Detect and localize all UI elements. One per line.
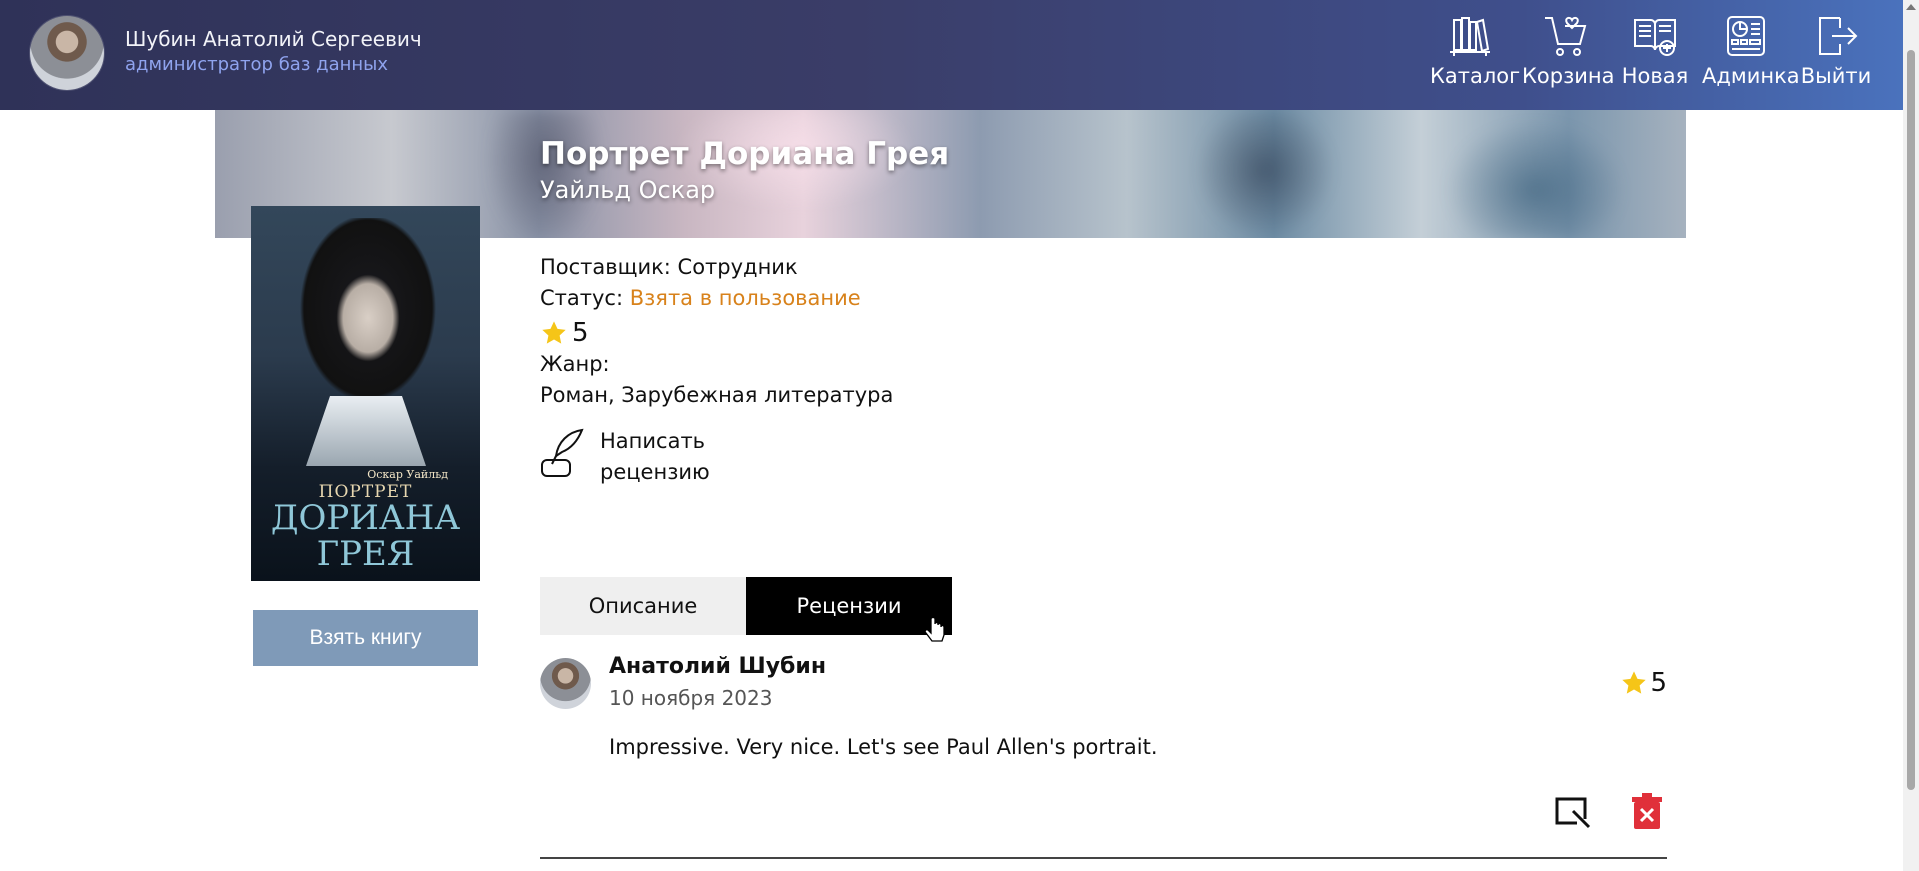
genre-value: Роман, Зарубежная литература bbox=[540, 383, 894, 407]
nav-new-label: Новая bbox=[1621, 64, 1689, 88]
nav-cart-button[interactable]: Корзина bbox=[1522, 12, 1615, 96]
book-cover-image: Оскар Уайльд ПОРТРЕТ ДОРИАНА ГРЕЯ bbox=[251, 206, 480, 581]
tab-reviews[interactable]: Рецензии bbox=[746, 577, 952, 635]
nav-catalog-button[interactable]: Каталог bbox=[1430, 12, 1521, 96]
book-title: Портрет Дориана Грея bbox=[540, 136, 950, 172]
genre-label: Жанр: bbox=[540, 352, 610, 376]
review-author-name: Анатолий Шубин bbox=[609, 654, 827, 679]
nav-admin-button[interactable]: Админка bbox=[1702, 12, 1800, 96]
write-review-button[interactable]: Написать рецензию bbox=[540, 426, 710, 488]
supplier-label: Поставщик: bbox=[540, 255, 671, 279]
review-divider bbox=[540, 857, 1667, 859]
nav-logout-button[interactable]: Выйти bbox=[1800, 12, 1872, 96]
mouse-pointer-icon bbox=[924, 618, 945, 642]
book-rating: 5 bbox=[540, 318, 589, 348]
star-icon bbox=[542, 321, 566, 344]
books-icon bbox=[1450, 17, 1490, 56]
write-review-label: Написать рецензию bbox=[600, 426, 710, 488]
admin-panel-icon bbox=[1727, 16, 1765, 56]
user-avatar[interactable] bbox=[30, 16, 104, 90]
user-name: Шубин Анатолий Сергеевич bbox=[125, 27, 422, 51]
quill-inkwell-icon bbox=[541, 428, 584, 477]
tab-description[interactable]: Описание bbox=[540, 577, 746, 635]
new-book-icon bbox=[1634, 19, 1676, 56]
star-icon bbox=[1622, 671, 1647, 694]
supplier-value: Сотрудник bbox=[677, 255, 798, 279]
cart-icon bbox=[1545, 16, 1587, 56]
write-review-line2: рецензию bbox=[600, 460, 710, 484]
logout-icon bbox=[1819, 17, 1858, 55]
cover-title-line3: ГРЕЯ bbox=[316, 534, 415, 574]
review-rating-value: 5 bbox=[1650, 668, 1667, 698]
scroll-up-arrow-icon[interactable] bbox=[1906, 4, 1916, 10]
write-review-line1: Написать bbox=[600, 429, 706, 453]
review-rating: 5 bbox=[1620, 668, 1667, 698]
review-text: Impressive. Very nice. Let's see Paul Al… bbox=[609, 735, 1158, 759]
nav-catalog-label: Каталог bbox=[1430, 64, 1521, 88]
review-author-avatar[interactable] bbox=[540, 658, 591, 709]
cover-title-lines: ДОРИАНА ГРЕЯ bbox=[251, 500, 480, 572]
status-value: Взята в пользование bbox=[629, 286, 861, 310]
status-row: Статус: Взята в пользование bbox=[540, 286, 861, 310]
book-author: Уайльд Оскар bbox=[540, 176, 716, 204]
page-scrollbar[interactable] bbox=[1903, 0, 1919, 871]
book-rating-value: 5 bbox=[572, 318, 589, 348]
take-book-button[interactable]: Взять книгу bbox=[253, 610, 478, 666]
review-date: 10 ноября 2023 bbox=[609, 686, 773, 710]
cover-author-text: Оскар Уайльд bbox=[367, 468, 448, 481]
nav-new-button[interactable]: Новая bbox=[1620, 12, 1690, 96]
supplier-row: Поставщик: Сотрудник bbox=[540, 255, 798, 279]
top-navigation-bar: Шубин Анатолий Сергеевич администратор б… bbox=[0, 0, 1903, 110]
status-label: Статус: bbox=[540, 286, 624, 310]
nav-admin-label: Админка bbox=[1702, 64, 1800, 88]
scrollbar-thumb[interactable] bbox=[1907, 50, 1915, 790]
nav-cart-label: Корзина bbox=[1522, 64, 1615, 88]
user-role: администратор баз данных bbox=[125, 54, 389, 75]
edit-review-icon[interactable] bbox=[1555, 795, 1593, 833]
nav-logout-label: Выйти bbox=[1800, 64, 1872, 88]
delete-review-icon[interactable] bbox=[1632, 793, 1662, 833]
cover-title-line2: ДОРИАНА bbox=[270, 498, 461, 538]
